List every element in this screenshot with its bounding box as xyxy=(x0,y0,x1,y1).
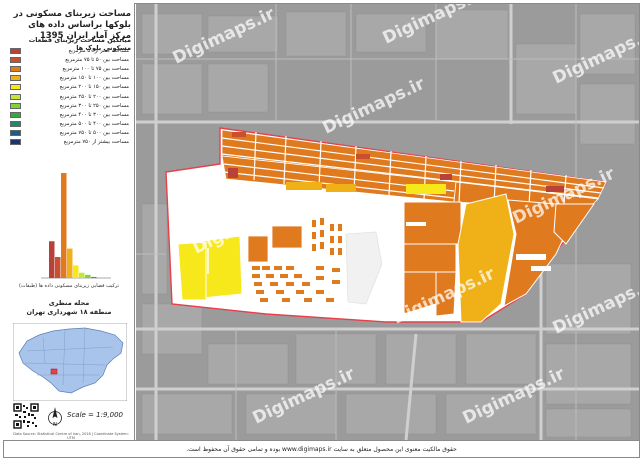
histogram-bar xyxy=(85,274,91,278)
legend-item: مساحت بیشتر از ۷۵۰ مترمربع xyxy=(7,138,131,147)
legend-label: مساحت کمتر از ۵۰ مترمربع xyxy=(68,47,129,54)
histogram-caption: ترکیب فضایی زیربنای مسکونی داده ها (طبقا… xyxy=(18,283,119,289)
histogram-bar xyxy=(91,276,97,278)
legend-swatch xyxy=(10,111,21,118)
legend-swatch xyxy=(10,121,21,128)
map-svg: Digimaps.ir Digimaps.irDigimaps.irDigimap… xyxy=(136,4,639,440)
legend-swatch xyxy=(10,84,21,91)
legend-label: مساحت بین ۳۰۰ تا ۴۰۰ مترمربع xyxy=(59,111,129,118)
qr-code xyxy=(13,403,39,429)
histogram-chart xyxy=(41,173,111,279)
legend-item: مساحت بین ۲۰۰ تا ۲۵۰ مترمربع xyxy=(7,92,131,101)
legend-item: مساحت کمتر از ۵۰ مترمربع xyxy=(7,46,131,55)
legend-label: مساحت بین ۵۰ تا ۷۵ مترمربع xyxy=(65,56,129,63)
legend: مساحت کمتر از ۵۰ مترمربع مساحت بین ۵۰ تا … xyxy=(7,46,131,147)
legend-swatch xyxy=(10,75,21,82)
legend-label: مساحت بین ۲۵۰ تا ۳۰۰ مترمربع xyxy=(59,102,129,109)
legend-item: مساحت بین ۴۰۰ تا ۵۰۰ مترمربع xyxy=(7,120,131,129)
legend-label: مساحت بین ۴۰۰ تا ۵۰۰ مترمربع xyxy=(59,121,129,128)
legend-swatch xyxy=(10,56,21,63)
region-label: محله منظری منطقه ۱۸ شهرداری تهران xyxy=(7,299,131,317)
legend-label: مساحت بین ۷۵ تا ۱۰۰ مترمربع xyxy=(62,65,129,72)
legend-swatch xyxy=(10,93,21,100)
north-arrow-icon: N xyxy=(48,407,62,428)
legend-label: مساحت بین ۱۰۰ تا ۱۵۰ مترمربع xyxy=(59,75,129,82)
credits-text: Data Source: Statistical Centre of Iran,… xyxy=(13,432,129,440)
legend-swatch xyxy=(10,130,21,137)
legend-label: مساحت بین ۵۰۰ تا ۷۵۰ مترمربع xyxy=(59,130,129,137)
legend-item: مساحت بین ۵۰ تا ۷۵ مترمربع xyxy=(7,55,131,64)
region-name: محله منظری xyxy=(48,299,90,307)
histogram-bar xyxy=(55,257,61,278)
study-area-marker xyxy=(50,368,58,375)
histogram-bar xyxy=(61,173,67,278)
map-sidebar: مساحت زیربنای مسکونی در بلوکها براساس دا… xyxy=(3,3,135,440)
legend-label: مساحت بین ۲۰۰ تا ۲۵۰ مترمربع xyxy=(59,93,129,100)
copyright-footer: حقوق مالکیت معنوی این محصول متعلق به سای… xyxy=(4,440,639,457)
region-district: منطقه ۱۸ شهرداری تهران xyxy=(26,308,112,316)
legend-item: مساحت بین ۳۰۰ تا ۴۰۰ مترمربع xyxy=(7,110,131,119)
map-canvas: Digimaps.ir Digimaps.ir Digimaps.ir Digimap… xyxy=(136,4,639,440)
legend-item: مساحت بین ۲۵۰ تا ۳۰۰ مترمربع xyxy=(7,101,131,110)
north-label: N xyxy=(53,422,57,428)
legend-swatch xyxy=(10,102,21,109)
legend-label: مساحت بین ۱۵۰ تا ۲۰۰ مترمربع xyxy=(59,84,129,91)
legend-swatch xyxy=(10,65,21,72)
location-inset-map xyxy=(13,323,127,401)
legend-item: مساحت بین ۱۰۰ تا ۱۵۰ مترمربع xyxy=(7,74,131,83)
legend-item: مساحت بین ۷۵ تا ۱۰۰ مترمربع xyxy=(7,64,131,73)
legend-swatch xyxy=(10,47,21,54)
legend-item: مساحت بین ۱۵۰ تا ۲۰۰ مترمربع xyxy=(7,83,131,92)
histogram-bar xyxy=(67,248,73,278)
histogram-bar xyxy=(49,241,55,278)
histogram-bar xyxy=(79,272,85,278)
scale-text: Scale = 1:9,000 xyxy=(67,411,123,419)
legend-item: مساحت بین ۵۰۰ تا ۷۵۰ مترمربع xyxy=(7,129,131,138)
legend-swatch xyxy=(10,139,21,146)
histogram-bar xyxy=(73,265,79,278)
legend-label: مساحت بیشتر از ۷۵۰ مترمربع xyxy=(63,139,129,146)
